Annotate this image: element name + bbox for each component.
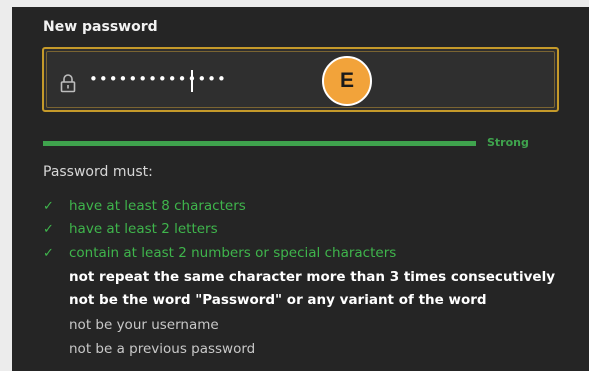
rule-item: not be the word "Password" or any varian… bbox=[43, 291, 487, 309]
lock-icon bbox=[60, 74, 76, 93]
rule-text: not be your username bbox=[69, 317, 219, 333]
password-panel: New password •••••••••••••• E Strong Pas… bbox=[12, 7, 589, 371]
rule-item: not repeat the same character more than … bbox=[43, 268, 555, 286]
check-icon: ✓ bbox=[43, 199, 54, 214]
text-caret bbox=[191, 70, 193, 92]
rule-item: ✓ contain at least 2 numbers or special c… bbox=[43, 244, 396, 263]
rule-item: not be a previous password bbox=[43, 340, 255, 358]
rule-text: contain at least 2 numbers or special ch… bbox=[69, 245, 397, 261]
rule-text: have at least 8 characters bbox=[69, 198, 246, 214]
check-icon: ✓ bbox=[43, 222, 54, 237]
rule-text: not repeat the same character more than … bbox=[69, 269, 556, 285]
rule-item: ✓ have at least 8 characters bbox=[43, 197, 246, 216]
new-password-input[interactable]: •••••••••••••• bbox=[42, 47, 559, 112]
strength-meter-label: Strong bbox=[487, 136, 529, 149]
rule-item: ✓ have at least 2 letters bbox=[43, 220, 218, 239]
annotation-badge: E bbox=[322, 56, 372, 106]
rule-item: not be your username bbox=[43, 316, 219, 334]
password-masked-value: •••••••••••••• bbox=[89, 70, 227, 88]
new-password-label: New password bbox=[43, 19, 158, 35]
rule-text: have at least 2 letters bbox=[69, 221, 218, 237]
strength-meter-bar bbox=[43, 141, 476, 146]
rules-heading: Password must: bbox=[43, 164, 153, 180]
rule-text: not be the word "Password" or any varian… bbox=[69, 292, 487, 308]
check-icon: ✓ bbox=[43, 246, 54, 261]
rule-text: not be a previous password bbox=[69, 341, 256, 357]
